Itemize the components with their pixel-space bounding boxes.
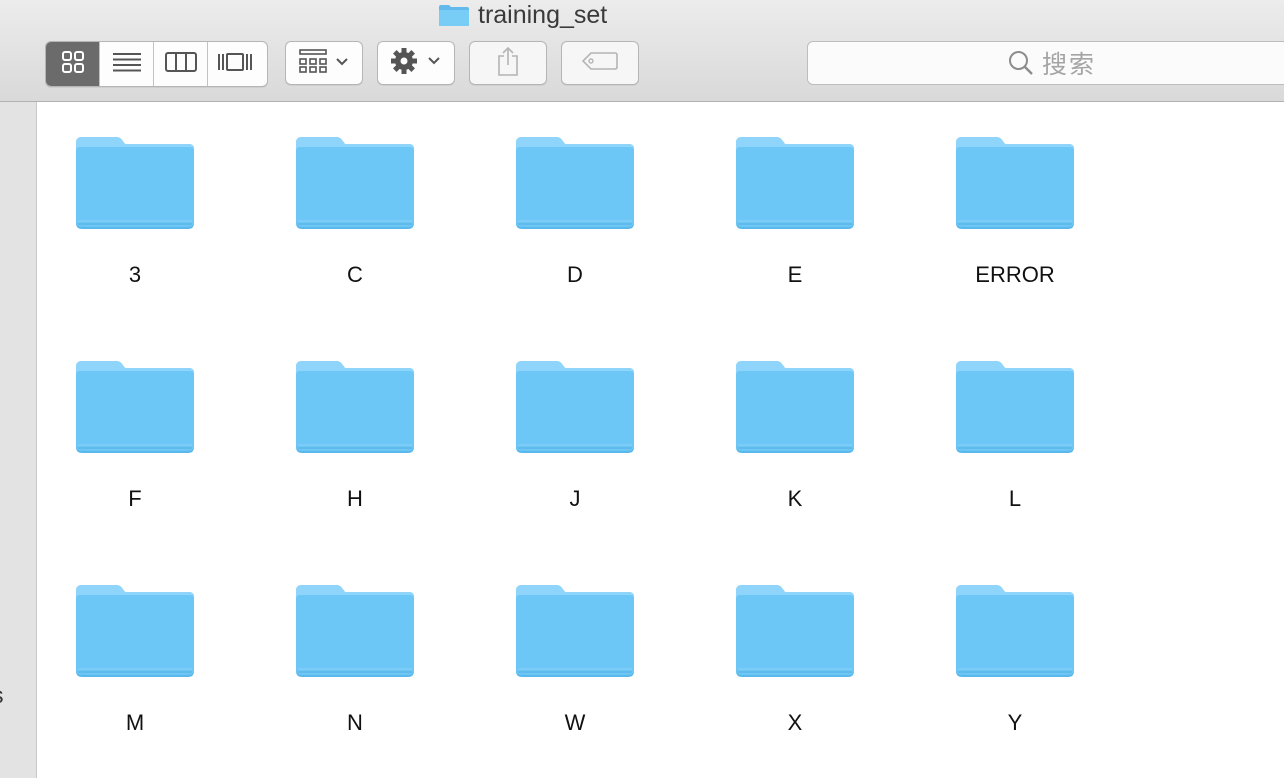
search-placeholder: 搜索 [1041, 51, 1096, 79]
folder-item[interactable]: Y [935, 583, 1095, 736]
folder-label: N [347, 710, 363, 735]
folder-icon [515, 359, 635, 455]
folder-label: C [347, 262, 363, 287]
action-button[interactable] [377, 41, 455, 85]
share-icon [496, 46, 520, 81]
folder-icon [75, 135, 195, 231]
folder-icon [955, 583, 1075, 679]
folder-item[interactable]: ERROR [935, 135, 1095, 288]
folder-label: 3 [128, 262, 142, 287]
folder-icon [955, 135, 1075, 231]
folder-icon [735, 135, 855, 231]
folder-item[interactable]: D [495, 135, 655, 288]
sidebar-item-label[interactable]: s [0, 682, 4, 709]
arrange-grid-icon [299, 48, 349, 78]
icon-view-button[interactable] [46, 42, 100, 86]
folder-icon [515, 135, 635, 231]
folder-icon [735, 359, 855, 455]
folder-item[interactable]: K [715, 359, 875, 512]
folder-label: X [787, 710, 803, 735]
folder-item[interactable]: H [275, 359, 435, 512]
sidebar: s [0, 102, 37, 778]
folder-item[interactable]: X [715, 583, 875, 736]
folder-label: D [567, 262, 583, 287]
folder-icon [75, 583, 195, 679]
folder-icon [515, 583, 635, 679]
gear-icon [390, 47, 442, 80]
folder-icon [75, 359, 195, 455]
window-title: training_set [438, 0, 607, 30]
folder-icon [955, 359, 1075, 455]
folder-label: J [569, 486, 581, 511]
folder-icon [295, 135, 415, 231]
column-view-icon [164, 51, 197, 77]
finder-window: training_set 搜索 3 C D E ERROR F H J K L … [0, 0, 1284, 778]
list-view-button[interactable] [100, 42, 154, 86]
folder-icon [295, 583, 415, 679]
folder-label: H [347, 486, 363, 511]
folder-icon [295, 359, 415, 455]
list-view-icon [112, 52, 142, 77]
folder-label: E [787, 262, 803, 287]
search-icon [1008, 50, 1034, 76]
folder-label: W [564, 710, 586, 735]
window-title-text: training_set [478, 0, 608, 29]
folder-item[interactable]: L [935, 359, 1095, 512]
icon-view-icon [61, 50, 84, 78]
tag-button[interactable] [561, 41, 639, 85]
cover-flow-view-button[interactable] [208, 42, 262, 86]
folder-label: L [1008, 486, 1022, 511]
folder-icon [735, 583, 855, 679]
folder-label: M [125, 710, 145, 735]
folder-item[interactable]: 3 [55, 135, 215, 288]
folder-item[interactable]: F [55, 359, 215, 512]
folder-icon [438, 4, 470, 27]
folder-label: ERROR [975, 262, 1055, 287]
folder-item[interactable]: C [275, 135, 435, 288]
folder-item[interactable]: N [275, 583, 435, 736]
share-button[interactable] [469, 41, 547, 85]
folder-item[interactable]: M [55, 583, 215, 736]
file-grid: 3 C D E ERROR F H J K L M N W X Y [37, 102, 1284, 778]
folder-item[interactable]: J [495, 359, 655, 512]
folder-item[interactable]: E [715, 135, 875, 288]
cover-flow-view-icon [217, 51, 253, 78]
folder-label: F [128, 486, 142, 511]
folder-label: Y [1007, 710, 1023, 735]
arrange-button[interactable] [285, 41, 363, 85]
folder-item[interactable]: W [495, 583, 655, 736]
folder-label: K [787, 486, 803, 511]
view-mode-control [45, 41, 268, 87]
tag-icon [581, 51, 618, 75]
search-field[interactable]: 搜索 [807, 41, 1284, 85]
toolbar: training_set 搜索 [0, 0, 1284, 102]
column-view-button[interactable] [154, 42, 208, 86]
